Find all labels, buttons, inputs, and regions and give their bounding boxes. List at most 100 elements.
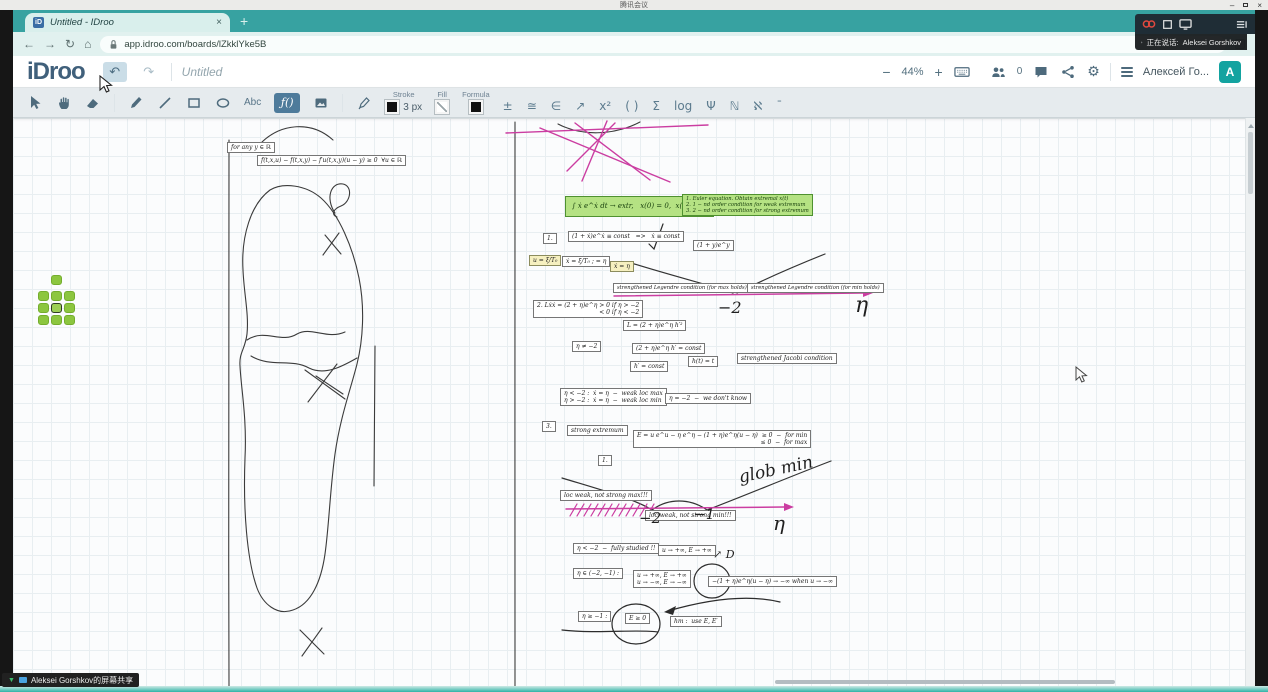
style-pen-icon[interactable] — [356, 95, 372, 111]
green-dot[interactable] — [51, 315, 62, 325]
share-icon[interactable] — [1060, 64, 1076, 80]
note-box[interactable]: u → +∞, E → +∞u → −∞, E → −∞ — [633, 570, 691, 588]
pan-hand-tool-icon[interactable] — [56, 95, 72, 111]
green-dot[interactable] — [38, 303, 49, 313]
formula-tool-selected[interactable]: ƒ() — [274, 93, 300, 113]
note-box[interactable]: 1. — [543, 233, 557, 244]
green-dot[interactable] — [51, 291, 62, 301]
green-dot[interactable] — [64, 315, 75, 325]
back-icon[interactable]: ← — [23, 37, 35, 51]
note-box[interactable]: 1. — [598, 455, 612, 466]
formula-symbol[interactable]: ± — [503, 99, 513, 113]
note-box[interactable]: (2 + η)e^η h′ = const — [632, 343, 705, 354]
zoom-out-button[interactable]: − — [882, 64, 890, 80]
green-dot[interactable] — [64, 303, 75, 313]
note-box[interactable]: loc weak, not strong min!!! — [645, 510, 736, 521]
restore-icon[interactable] — [1243, 3, 1248, 7]
green-dot[interactable] — [38, 315, 49, 325]
redo-button[interactable]: ↷ — [137, 62, 161, 82]
vertical-scrollbar[interactable] — [1245, 118, 1255, 686]
note-box[interactable]: η ≠ −2 — [572, 341, 601, 352]
formula-symbol[interactable]: ≅ — [527, 99, 537, 113]
rectangle-tool-icon[interactable] — [186, 95, 202, 111]
user-name[interactable]: Алексей Го... — [1143, 66, 1209, 78]
horizontal-scrollbar[interactable] — [775, 680, 1115, 684]
formula-color-swatch[interactable] — [469, 100, 483, 114]
line-tool-icon[interactable] — [157, 95, 173, 111]
note-box[interactable]: 3. — [542, 421, 556, 432]
formula-symbol[interactable]: ↗ — [575, 99, 585, 113]
note-box[interactable]: 1. Euler equation. Obtain extremal x(t)2… — [682, 194, 813, 216]
note-box[interactable]: 2. Lẋẋ = (2 + η)e^η > 0 if η > −2< 0 if … — [533, 300, 643, 318]
formula-symbol[interactable]: x² — [599, 99, 611, 113]
window-icon[interactable] — [1162, 19, 1173, 30]
eraser-tool-icon[interactable] — [85, 95, 101, 111]
note-box[interactable]: strengthened Jacobi condition — [737, 353, 837, 364]
note-box[interactable]: η < −2 : ẋ = η − weak loc maxη > −2 : ẋ … — [560, 388, 667, 406]
board-title[interactable]: Untitled — [182, 65, 223, 79]
reload-icon[interactable]: ↻ — [65, 37, 75, 51]
note-box[interactable]: f(t,x,u) − f(t,x,y) − f′u(t,x,y)(u − y) … — [257, 155, 406, 166]
chat-icon[interactable] — [1033, 64, 1049, 80]
green-dot[interactable] — [51, 275, 62, 285]
note-box[interactable]: for any y ∈ ℝ — [227, 142, 275, 153]
scroll-up-icon[interactable] — [1248, 121, 1254, 128]
scroll-thumb[interactable] — [1248, 132, 1253, 194]
text-tool[interactable]: Abc — [244, 97, 261, 108]
pencil-tool-icon[interactable] — [128, 95, 144, 111]
download-arrow-icon[interactable]: ▼ — [8, 677, 15, 684]
address-bar[interactable]: app.idroo.com/boards/lZkklYke5B — [100, 36, 1226, 53]
note-box[interactable]: η ≥ −1 : — [578, 611, 611, 622]
zoom-in-button[interactable]: + — [935, 64, 943, 80]
fill-color-swatch[interactable] — [435, 100, 449, 114]
select-tool-icon[interactable] — [27, 95, 43, 111]
note-box[interactable]: hm : use E, E′ — [670, 616, 722, 627]
note-box[interactable]: η = −2 − we don't know — [665, 393, 751, 404]
note-box[interactable]: u = ξ/T₀ — [529, 255, 561, 266]
note-box[interactable]: strong extremum — [567, 425, 628, 436]
member-list-icon[interactable] — [1235, 19, 1248, 30]
image-tool-icon[interactable] — [313, 95, 329, 111]
note-box[interactable]: L = (2 + η)e^η h′² — [623, 320, 686, 331]
forward-icon[interactable]: → — [44, 37, 56, 51]
note-box[interactable]: u → +∞, E → +∞ — [658, 545, 716, 556]
home-icon[interactable]: ⌂ — [84, 37, 91, 51]
formula-symbol[interactable]: ∈ — [551, 99, 561, 113]
formula-symbol[interactable]: ¯ — [776, 99, 782, 113]
note-box[interactable]: −(1 + η)e^η(u − η) → −∞ when u → −∞ — [708, 576, 837, 587]
note-box[interactable]: loc weak, not strong max!!! — [560, 490, 652, 501]
formula-symbol[interactable]: ℕ — [730, 99, 740, 113]
stroke-color-swatch[interactable] — [385, 100, 399, 114]
browser-tab[interactable]: iD Untitled - IDroo × — [25, 13, 230, 32]
zoom-level[interactable]: 44% — [902, 66, 924, 78]
note-box[interactable]: (1 + y)e^y — [693, 240, 734, 251]
note-box[interactable]: strengthened Legendre condition (for max… — [613, 283, 751, 293]
green-dot[interactable] — [64, 291, 75, 301]
note-box[interactable]: E = u e^u − η e^η − (1 + η)e^η(u − η) ≥ … — [633, 430, 811, 448]
avatar[interactable]: A — [1219, 61, 1241, 83]
menu-icon[interactable] — [1121, 67, 1133, 77]
formula-symbol[interactable]: ( ) — [625, 99, 638, 113]
formula-symbol[interactable]: Σ — [652, 99, 660, 113]
settings-icon[interactable]: ⚙ — [1087, 63, 1100, 80]
formula-symbol[interactable]: ℵ — [753, 99, 762, 113]
new-tab-button[interactable]: + — [240, 13, 248, 29]
collaborators-icon[interactable] — [990, 64, 1006, 80]
note-box[interactable]: (1 + ẋ)e^ẋ ≡ const => ẋ ≡ const — [568, 231, 684, 242]
ellipse-tool-icon[interactable] — [215, 95, 231, 111]
green-dot-selected[interactable] — [51, 303, 62, 313]
note-box[interactable]: strengthened Legendre condition (for min… — [747, 283, 884, 293]
monitor-icon[interactable] — [1179, 18, 1192, 30]
note-box[interactable]: ẋ = η — [610, 261, 634, 272]
note-box[interactable]: E ≥ 0 — [625, 613, 650, 624]
formula-symbol[interactable]: Ψ — [706, 99, 715, 113]
tab-close-icon[interactable]: × — [216, 17, 222, 28]
note-box[interactable]: η < −2 − fully studied !! — [573, 543, 659, 554]
whiteboard-canvas[interactable]: for any y ∈ ℝ f(t,x,u) − f(t,x,y) − f′u(t… — [13, 118, 1255, 686]
stroke-width[interactable]: 3 px — [403, 102, 422, 113]
note-box[interactable]: h(t) = t — [688, 356, 718, 367]
close-icon[interactable]: × — [1257, 1, 1262, 10]
note-box[interactable]: ẋ = ξ/T₀ ; = η — [562, 256, 610, 267]
note-box[interactable]: η ∈ (−2, −1) : — [573, 568, 623, 579]
keyboard-icon[interactable] — [954, 64, 970, 80]
